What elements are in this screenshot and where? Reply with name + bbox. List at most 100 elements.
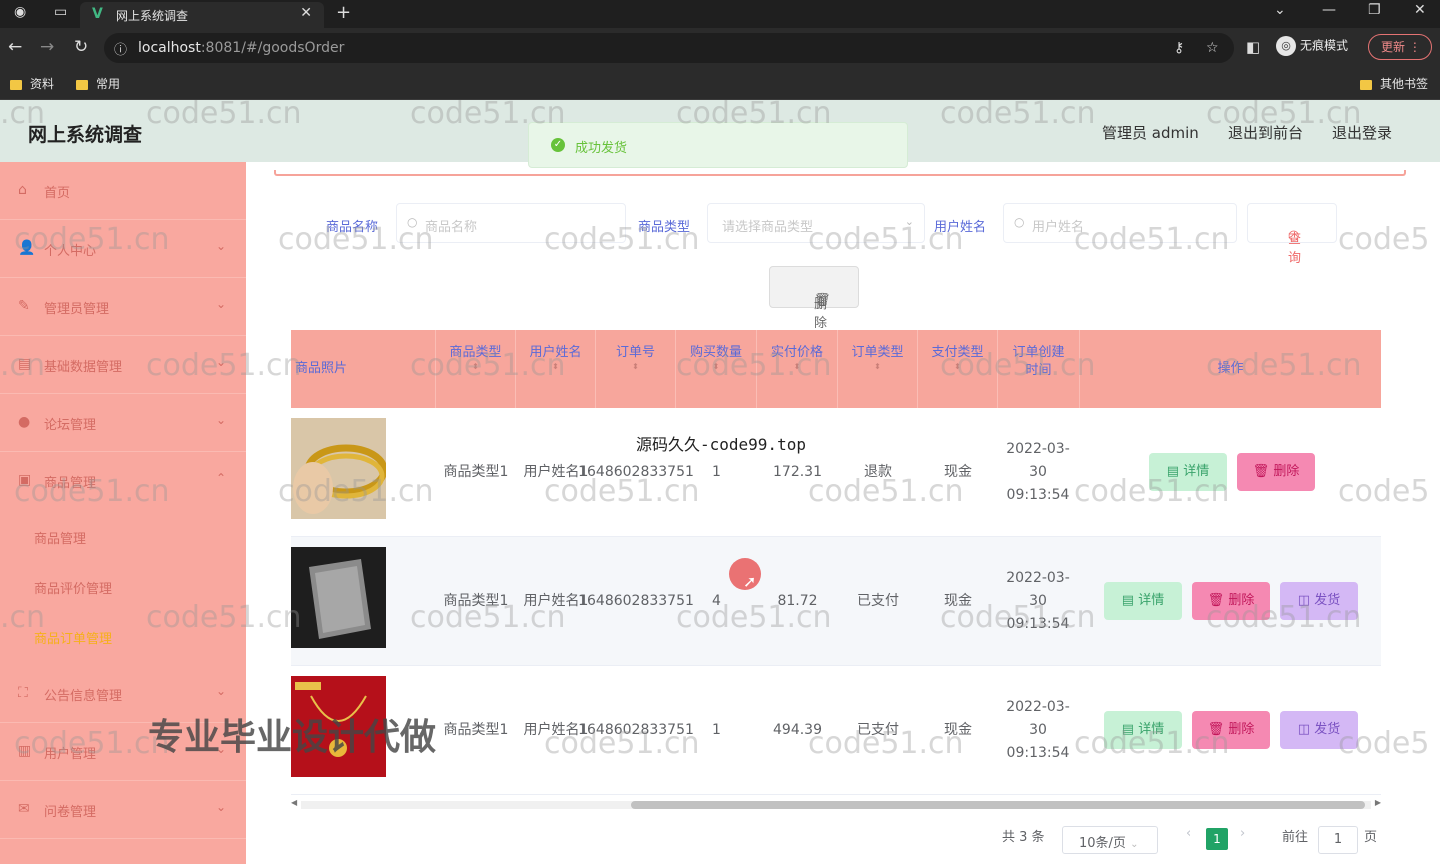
incognito-icon: ◎	[1276, 36, 1296, 56]
tab-list-icon[interactable]: ⌄	[1274, 2, 1286, 18]
user-name-label: 用户姓名	[934, 220, 987, 235]
scroll-right-icon[interactable]: ▶	[1375, 798, 1381, 807]
sort-icon: ⬍	[632, 362, 639, 371]
table-horizontal-scrollbar[interactable]: ◀ ▶	[291, 798, 1381, 810]
incognito-profile[interactable]: ◎ 无痕模式	[1276, 36, 1366, 60]
next-page-icon[interactable]: ›	[1240, 826, 1245, 841]
chevron-down-icon: ⌄	[215, 355, 226, 369]
ship-button[interactable]: ◫ 发货	[1280, 582, 1358, 620]
close-tab-icon[interactable]: ✕	[300, 5, 312, 21]
reload-icon[interactable]: ↻	[74, 37, 88, 57]
column-header[interactable]: 购买数量 ⬍	[676, 330, 757, 408]
url-host: localhost	[138, 40, 201, 56]
goods-name-input[interactable]: ○ 商品名称	[396, 203, 626, 243]
batch-delete-button[interactable]: 🗑 删除	[769, 266, 859, 331]
submenu-goods-review[interactable]: 商品评价管理	[0, 562, 246, 612]
sidebar-item-label: 商品管理	[44, 476, 97, 491]
delete-button[interactable]: 🗑 删除	[1237, 453, 1315, 491]
query-button[interactable]: 查询 ○	[1247, 203, 1337, 266]
order-no-cell: 1648602833751	[578, 464, 694, 480]
submenu-goods-manage[interactable]: 商品管理	[0, 512, 246, 562]
sidebar-item-survey[interactable]: ✉ 问卷管理 ⌄	[0, 781, 246, 839]
tab-title: 网上系统调查	[116, 9, 189, 23]
bookmark-folder[interactable]: 资料	[10, 75, 54, 92]
user-name-input[interactable]: ○ 用户姓名	[1003, 203, 1237, 243]
browser-menu-icon[interactable]: ◉	[14, 4, 26, 20]
url-field[interactable]: ⓘ localhost:8081/#/goodsOrder ⚷ ☆	[104, 33, 1234, 63]
goods-name-placeholder: 商品名称	[425, 220, 478, 235]
chevron-up-icon: ⌃	[215, 471, 226, 485]
site-info-icon[interactable]: ⓘ	[114, 39, 127, 58]
column-header[interactable]: 订单类型 ⬍	[838, 330, 918, 408]
submenu-goods-order[interactable]: 商品订单管理	[0, 612, 246, 662]
sidepanel-icon[interactable]: ◧	[1246, 38, 1260, 56]
sort-icon: ⬍	[874, 362, 881, 371]
back-icon[interactable]: ←	[8, 37, 22, 57]
chevron-down-icon: ⌄	[215, 684, 226, 698]
page-size-select[interactable]: 10条/页 ⌄	[1062, 826, 1158, 854]
sidebar-item-label: 管理员管理	[44, 302, 110, 317]
tab-search-icon[interactable]: ▭	[54, 4, 67, 20]
trash-icon: 🗑	[1207, 593, 1225, 608]
sidebar-item-forum[interactable]: ● 论坛管理 ⌄	[0, 394, 246, 452]
key-icon[interactable]: ⚷	[1174, 40, 1184, 56]
column-header[interactable]: 支付类型 ⬍	[918, 330, 998, 408]
column-header[interactable]: 商品类型 ⬍	[436, 330, 516, 408]
new-tab-icon[interactable]: +	[336, 2, 351, 23]
goods-type-select[interactable]: 请选择商品类型 ⌄	[707, 203, 925, 243]
scroll-left-icon[interactable]: ◀	[291, 798, 297, 807]
sort-icon: ⬍	[552, 362, 559, 371]
bookmark-label: 资料	[30, 77, 55, 91]
sidebar-item-label: 问卷管理	[44, 805, 97, 820]
search-icon: ○	[1288, 228, 1300, 243]
goto-label: 前往	[1282, 830, 1309, 845]
column-header[interactable]: 商品照片	[291, 330, 436, 408]
minimize-icon[interactable]: —	[1322, 2, 1336, 18]
column-header[interactable]: 订单创建时间	[998, 330, 1080, 408]
page-number-current[interactable]: 1	[1206, 828, 1228, 850]
detail-button[interactable]: ▤ 详情	[1104, 582, 1182, 620]
folder-icon	[76, 79, 88, 90]
column-header[interactable]: 订单号 ⬍	[596, 330, 676, 408]
pay-type-cell: 现金	[944, 593, 972, 609]
scrollbar-thumb[interactable]	[631, 801, 1365, 809]
bookmark-folder[interactable]: 常用	[76, 75, 120, 92]
quantity-cell: 1	[712, 464, 721, 480]
close-window-icon[interactable]: ✕	[1414, 2, 1426, 18]
survey-icon: ✉	[18, 801, 30, 817]
update-button[interactable]: 更新 ⋮	[1368, 34, 1432, 60]
prev-page-icon[interactable]: ‹	[1186, 826, 1191, 841]
sidebar-item-admins[interactable]: ✎ 管理员管理 ⌄	[0, 278, 246, 336]
users-icon: ▥	[18, 743, 32, 759]
address-bar: ← → ↻ ⓘ localhost:8081/#/goodsOrder ⚷ ☆ …	[0, 28, 1440, 68]
sidebar-item-home[interactable]: ⌂ 首页	[0, 162, 246, 220]
order-type-cell: 已支付	[857, 722, 899, 738]
ship-button[interactable]: ◫ 发货	[1280, 711, 1358, 749]
sidebar-item-label: 论坛管理	[44, 418, 97, 433]
bookmark-star-icon[interactable]: ☆	[1206, 40, 1219, 56]
sidebar-item-goods[interactable]: ▣ 商品管理 ⌃	[0, 452, 246, 510]
forward-icon[interactable]: →	[40, 37, 54, 57]
goto-page-input[interactable]: 1	[1318, 826, 1358, 854]
update-label: 更新	[1381, 40, 1406, 54]
bookmarks-bar: 资料 常用 其他书签	[0, 68, 1440, 100]
home-icon: ⌂	[18, 182, 27, 198]
detail-button[interactable]: ▤ 详情	[1149, 453, 1227, 491]
detail-button[interactable]: ▤ 详情	[1104, 711, 1182, 749]
submenu-label: 商品评价管理	[34, 582, 113, 597]
submenu-label: 商品订单管理	[34, 632, 113, 647]
delete-button[interactable]: 🗑 删除	[1192, 711, 1270, 749]
restore-icon[interactable]: ❐	[1368, 2, 1381, 18]
column-header[interactable]: 实付价格 ⬍	[757, 330, 838, 408]
logout-link[interactable]: 退出登录	[1332, 122, 1392, 143]
back-to-frontend-link[interactable]: 退出到前台	[1228, 122, 1303, 143]
delete-button[interactable]: 🗑 删除	[1192, 582, 1270, 620]
sidebar-item-personal[interactable]: 👤 个人中心 ⌄	[0, 220, 246, 278]
sidebar-item-basedata[interactable]: ▤ 基础数据管理 ⌄	[0, 336, 246, 394]
user-name-placeholder: 用户姓名	[1032, 220, 1085, 235]
other-bookmarks[interactable]: 其他书签	[1360, 75, 1428, 92]
browser-tab[interactable]: V 网上系统调查 ✕	[80, 2, 324, 28]
folder-icon	[10, 79, 22, 90]
chevron-down-icon: ⌄	[215, 800, 226, 814]
column-header[interactable]: 用户姓名 ⬍	[516, 330, 596, 408]
